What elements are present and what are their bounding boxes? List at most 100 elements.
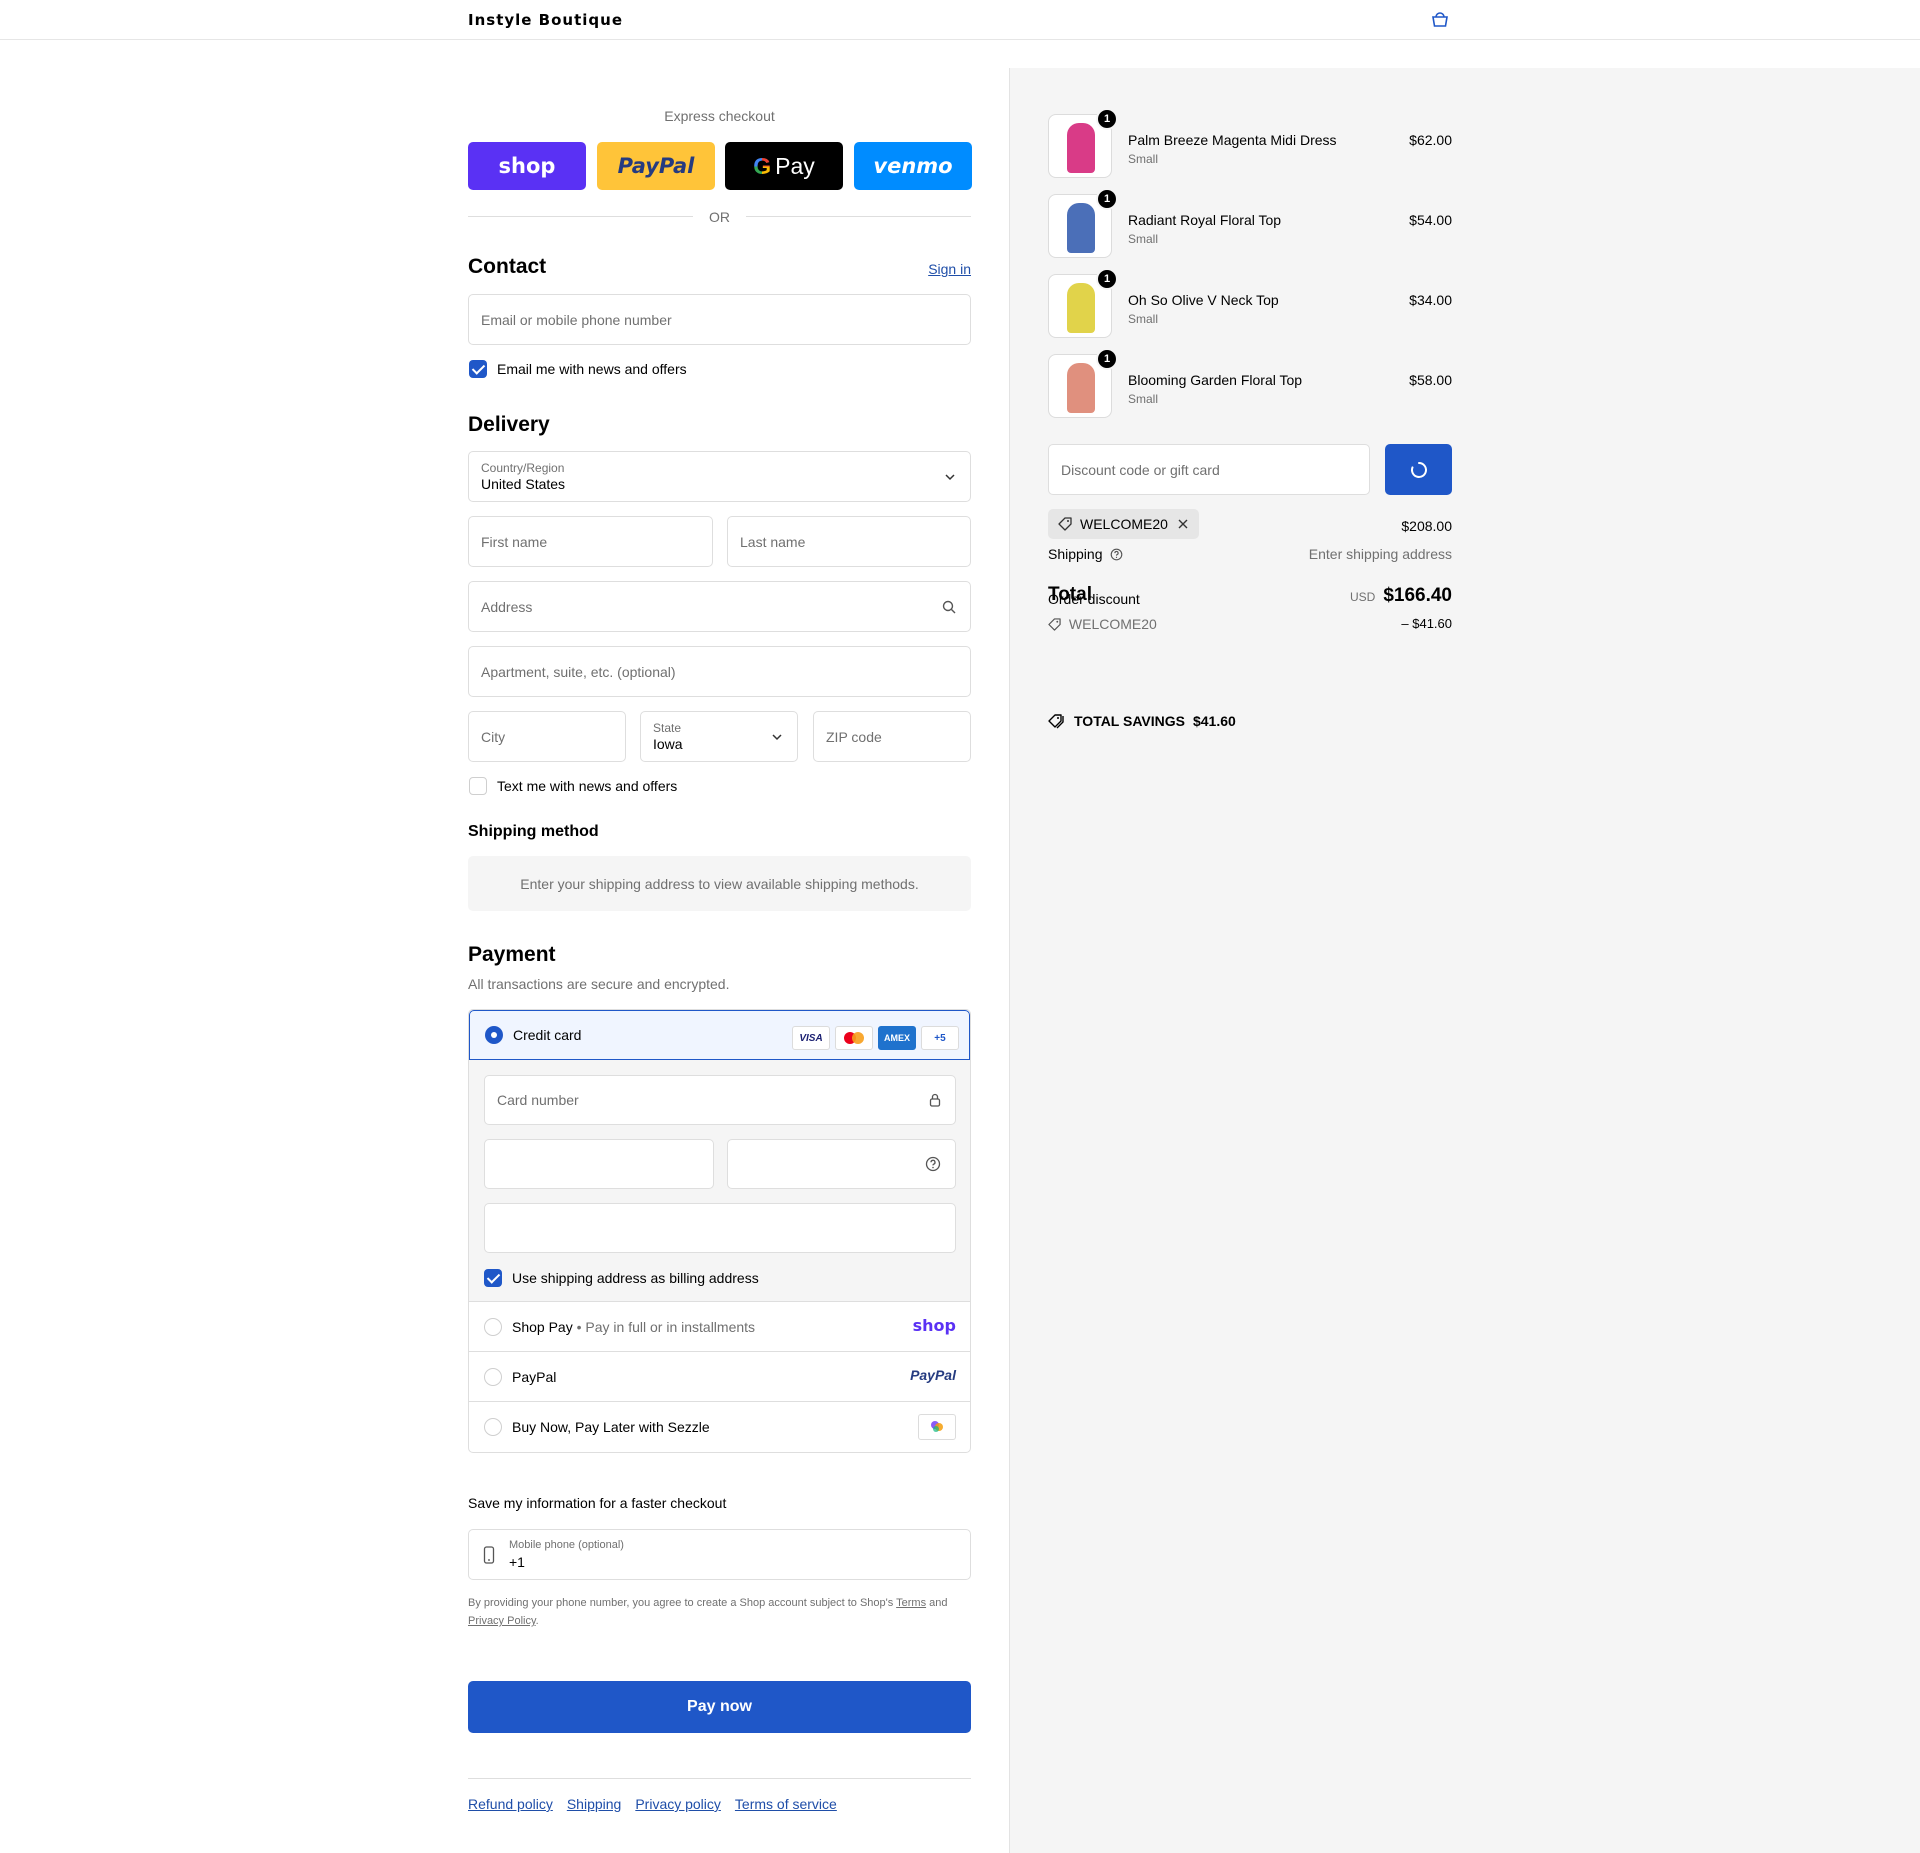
terms-link[interactable]: Terms <box>896 1597 926 1609</box>
refund-policy-link[interactable]: Refund policy <box>468 1796 553 1812</box>
applied-code: WELCOME20 <box>1080 516 1168 532</box>
phone-disclaimer: By providing your phone number, you agre… <box>468 1594 971 1630</box>
bag-icon[interactable] <box>1430 11 1450 27</box>
discount-code-name: WELCOME20 <box>1068 616 1157 632</box>
text-news-checkbox[interactable] <box>469 777 487 795</box>
shop-pay-button[interactable]: shop <box>468 142 586 190</box>
country-label: Country/Region <box>481 461 565 475</box>
visa-icon: VISA <box>792 1026 830 1050</box>
shipping-link[interactable]: Shipping <box>567 1796 622 1812</box>
zip-field[interactable]: ZIP code <box>813 711 971 762</box>
sezzle-label: Buy Now, Pay Later with Sezzle <box>512 1419 710 1435</box>
credit-card-option[interactable]: Credit card VISA AMEX +5 <box>469 1010 970 1060</box>
tag-icon <box>1048 618 1061 631</box>
footer-links: Refund policy Shipping Privacy policy Te… <box>468 1796 837 1812</box>
apply-discount-button[interactable] <box>1385 444 1452 495</box>
state-select[interactable]: State Iowa <box>640 711 798 762</box>
expiry-field[interactable] <box>484 1139 714 1189</box>
sezzle-option[interactable]: Buy Now, Pay Later with Sezzle <box>469 1402 970 1452</box>
discount-code-field[interactable]: Discount code or gift card <box>1048 444 1370 495</box>
shop-pay-option[interactable]: Shop Pay • Pay in full or in installment… <box>469 1302 970 1352</box>
cart-line-item: 1 Oh So Olive V Neck Top Small $34.00 <box>1048 268 1452 340</box>
credit-card-form: Card number Use shipping address as bill… <box>469 1060 970 1302</box>
shipping-method-heading: Shipping method <box>468 823 599 840</box>
tag-icon <box>1058 517 1072 531</box>
help-icon[interactable] <box>925 1156 941 1172</box>
first-name-field[interactable]: First name <box>468 516 713 567</box>
country-value: United States <box>481 476 566 492</box>
address-placeholder: Address <box>481 598 533 615</box>
more-cards-badge: +5 <box>921 1026 959 1050</box>
shipping-method-info: Enter your shipping address to view avai… <box>468 856 971 911</box>
cart-line-item: 1 Blooming Garden Floral Top Small $58.0… <box>1048 348 1452 420</box>
terms-of-service-link[interactable]: Terms of service <box>735 1796 837 1812</box>
product-image <box>1067 283 1095 333</box>
mobile-phone-label: Mobile phone (optional) <box>509 1539 624 1551</box>
header: Instyle Boutique <box>0 0 1920 40</box>
quantity-badge: 1 <box>1096 348 1118 370</box>
product-variant: Small <box>1128 312 1159 326</box>
privacy-policy-footer-link[interactable]: Privacy policy <box>635 1796 721 1812</box>
paypal-option[interactable]: PayPal PayPal <box>469 1352 970 1402</box>
sezzle-icon <box>918 1414 956 1440</box>
lock-icon <box>929 1093 941 1107</box>
text-news-label: Text me with news and offers <box>497 778 678 794</box>
total-label: Total <box>1048 584 1092 605</box>
cart-line-item: 1 Palm Breeze Magenta Midi Dress Small $… <box>1048 108 1452 180</box>
last-name-field[interactable]: Last name <box>727 516 971 567</box>
zip-placeholder: ZIP code <box>826 728 882 745</box>
first-name-placeholder: First name <box>481 533 548 550</box>
sezzle-radio[interactable] <box>484 1418 502 1436</box>
address-field[interactable]: Address <box>468 581 971 632</box>
product-name: Oh So Olive V Neck Top <box>1128 292 1279 308</box>
product-name: Palm Breeze Magenta Midi Dress <box>1128 132 1337 148</box>
disclaimer-and: and <box>929 1597 948 1609</box>
shipping-label-text: Shipping <box>1048 546 1103 562</box>
credit-card-radio[interactable] <box>485 1026 503 1044</box>
close-icon[interactable] <box>1177 518 1189 530</box>
pay-now-button[interactable]: Pay now <box>468 1681 971 1733</box>
shop-pay-subtitle: Pay in full or in installments <box>585 1319 756 1335</box>
sign-in-link[interactable]: Sign in <box>928 261 971 277</box>
chevron-down-icon <box>772 733 782 740</box>
mobile-phone-field[interactable]: Mobile phone (optional) +1 <box>468 1529 971 1580</box>
privacy-policy-link[interactable]: Privacy Policy <box>468 1615 536 1627</box>
venmo-button[interactable]: venmo <box>854 142 972 190</box>
product-image <box>1067 123 1095 173</box>
card-number-field[interactable]: Card number <box>484 1075 956 1125</box>
tags-icon <box>1048 714 1064 729</box>
disclaimer-period: . <box>535 1615 539 1627</box>
google-pay-button[interactable]: G Pay <box>725 142 843 190</box>
email-news-checkbox[interactable] <box>469 360 487 378</box>
spinner-icon <box>1410 461 1427 478</box>
payment-subtitle: All transactions are secure and encrypte… <box>468 976 730 992</box>
security-code-field[interactable] <box>727 1139 956 1189</box>
country-select[interactable]: Country/Region United States <box>468 451 971 502</box>
shop-pay-radio[interactable] <box>484 1318 502 1336</box>
discount-amount: – $41.60 <box>1401 616 1452 631</box>
google-pay-label: Pay <box>775 152 815 179</box>
shop-pay-label: Shop Pay • Pay in full or in installment… <box>512 1319 756 1335</box>
search-icon <box>942 600 956 613</box>
product-name: Radiant Royal Floral Top <box>1128 212 1282 228</box>
apartment-field[interactable]: Apartment, suite, etc. (optional) <box>468 646 971 697</box>
billing-address-label: Use shipping address as billing address <box>512 1270 759 1286</box>
email-field[interactable]: Email or mobile phone number <box>468 294 971 345</box>
product-price: $58.00 <box>1409 372 1452 388</box>
shipping-label: Shipping <box>1048 546 1123 562</box>
store-logo[interactable]: Instyle Boutique <box>468 11 623 29</box>
paypal-button[interactable]: PayPal <box>597 142 715 190</box>
billing-address-checkbox[interactable] <box>484 1269 502 1287</box>
paypal-label: PayPal <box>512 1369 557 1385</box>
city-placeholder: City <box>481 728 506 745</box>
help-icon[interactable] <box>1110 548 1123 561</box>
save-info-heading: Save my information for a faster checkou… <box>468 1495 727 1511</box>
quantity-badge: 1 <box>1096 188 1118 210</box>
name-on-card-field[interactable] <box>484 1203 956 1253</box>
payment-heading: Payment <box>468 943 556 966</box>
paypal-radio[interactable] <box>484 1368 502 1386</box>
or-divider: OR <box>468 207 971 227</box>
city-field[interactable]: City <box>468 711 626 762</box>
mastercard-icon <box>835 1026 873 1050</box>
product-image <box>1067 203 1095 253</box>
